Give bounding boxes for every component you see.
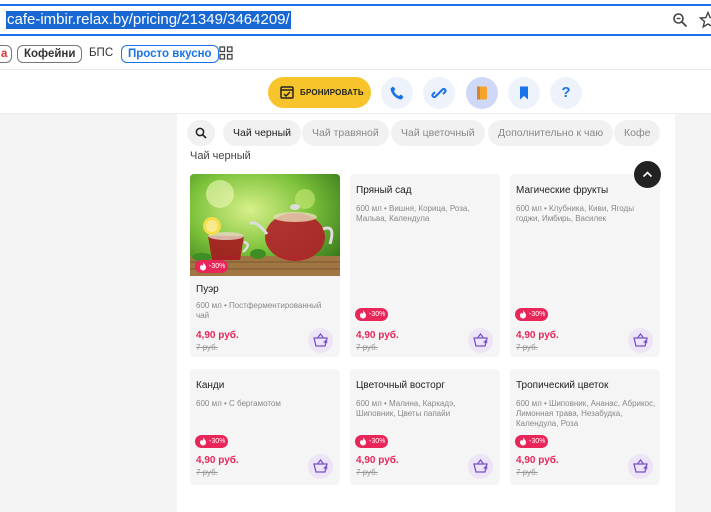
cart-plus-icon — [473, 459, 488, 473]
product-price: 4,90 руб. — [516, 330, 559, 341]
cart-plus-icon — [313, 459, 328, 473]
cart-plus-icon — [633, 459, 648, 473]
book-button-label: БРОНИРОВАТЬ — [300, 88, 364, 97]
product-card[interactable]: Пряный сад 600 мл • Вишня, Корица, Роза,… — [350, 174, 500, 357]
product-price: 4,90 руб. — [516, 455, 559, 466]
product-description: 600 мл • Малина, Каркадэ, Шиповник, Цвет… — [356, 399, 456, 418]
book-icon — [477, 86, 487, 100]
product-old-price: 7 руб. — [516, 343, 538, 352]
product-price: 4,90 руб. — [196, 455, 239, 466]
fire-icon — [360, 437, 366, 446]
search-icon — [195, 127, 207, 139]
bookmark-coffee[interactable]: Кофейни — [17, 45, 83, 63]
bookmarks-bar: a Кофейни БПС Просто вкусно — [0, 38, 711, 70]
product-old-price: 7 руб. — [516, 468, 538, 477]
product-card[interactable]: Цветочный восторг 600 мл • Малина, Карка… — [350, 369, 500, 485]
tab-black-tea[interactable]: Чай черный — [223, 120, 301, 146]
zoom-icon[interactable] — [672, 12, 688, 28]
product-old-price: 7 руб. — [356, 468, 378, 477]
product-old-price: 7 руб. — [196, 343, 218, 352]
add-to-cart-button[interactable] — [308, 454, 333, 479]
discount-text: -30% — [529, 311, 546, 318]
grid-icon[interactable] — [219, 46, 233, 60]
product-description: 600 мл • Клубника, Киви, Ягоды годжи, Им… — [516, 204, 634, 223]
product-description: 600 мл • Постферментированный чай — [196, 301, 322, 320]
page: БРОНИРОВАТЬ ? Чай черный Чай травяной Ча… — [0, 71, 711, 512]
tab-herbal-tea[interactable]: Чай травяной — [302, 120, 389, 146]
product-price: 4,90 руб. — [196, 330, 239, 341]
cart-plus-icon — [313, 333, 328, 347]
product-description: 600 мл • Шиповник, Ананас, Абрикос, Лимо… — [516, 399, 656, 428]
discount-badge: -30% — [195, 435, 228, 448]
discount-badge: -30% — [355, 308, 388, 321]
bookmark-tasty[interactable]: Просто вкусно — [121, 45, 219, 63]
add-to-cart-button[interactable] — [468, 454, 493, 479]
product-card[interactable]: -30% Пуэр 600 мл • Постферментированный … — [190, 174, 340, 357]
chevron-up-icon — [642, 171, 653, 178]
tab-coffee[interactable]: Кофе — [614, 120, 661, 146]
product-price: 4,90 руб. — [356, 455, 399, 466]
fire-icon — [360, 310, 366, 319]
product-old-price: 7 руб. — [196, 468, 218, 477]
product-description: 600 мл • С бергамотом — [196, 399, 281, 408]
book-button[interactable]: БРОНИРОВАТЬ — [268, 77, 371, 108]
product-old-price: 7 руб. — [356, 343, 378, 352]
add-to-cart-button[interactable] — [628, 454, 653, 479]
fire-icon — [200, 437, 206, 446]
category-tabs: Чай черный Чай травяной Чай цветочный До… — [187, 120, 675, 146]
add-to-cart-button[interactable] — [468, 328, 493, 353]
bookmark-icon — [520, 86, 528, 100]
add-to-cart-button[interactable] — [308, 328, 333, 353]
calendar-check-icon — [280, 86, 294, 99]
address-bar[interactable]: cafe-imbir.relax.by/pricing/21349/346420… — [0, 4, 711, 36]
tab-extras[interactable]: Дополнительно к чаю — [488, 120, 614, 146]
bookmark-bps[interactable]: БПС — [83, 45, 119, 63]
fire-icon — [520, 310, 526, 319]
discount-badge: -30% — [195, 260, 228, 273]
phone-icon — [390, 86, 404, 100]
discount-badge: -30% — [515, 435, 548, 448]
bookmark-a[interactable]: a — [0, 45, 13, 63]
cart-plus-icon — [633, 333, 648, 347]
feedback-button[interactable] — [466, 77, 498, 109]
product-price: 4,90 руб. — [356, 330, 399, 341]
product-name: Цветочный восторг — [356, 380, 445, 391]
product-name: Магические фрукты — [516, 185, 609, 196]
product-name: Канди — [196, 380, 225, 391]
url-text[interactable]: cafe-imbir.relax.by/pricing/21349/346420… — [6, 11, 291, 29]
help-button[interactable]: ? — [550, 77, 582, 109]
fire-icon — [520, 437, 526, 446]
menu-content: Чай черный Чай травяной Чай цветочный До… — [177, 114, 675, 512]
discount-text: -30% — [529, 438, 546, 445]
discount-text: -30% — [209, 438, 226, 445]
discount-badge: -30% — [355, 435, 388, 448]
product-card[interactable]: Магические фрукты 600 мл • Клубника, Кив… — [510, 174, 660, 357]
fire-icon — [200, 262, 206, 271]
scroll-to-top-button[interactable] — [634, 161, 661, 188]
discount-badge: -30% — [515, 308, 548, 321]
link-button[interactable] — [423, 77, 455, 109]
search-button[interactable] — [187, 120, 215, 146]
cart-plus-icon — [473, 333, 488, 347]
add-to-cart-button[interactable] — [628, 328, 653, 353]
product-description: 600 мл • Вишня, Корица, Роза, Мальва, Ка… — [356, 204, 470, 223]
product-card[interactable]: Тропический цветок 600 мл • Шиповник, Ан… — [510, 369, 660, 485]
link-icon — [431, 87, 447, 99]
section-title: Чай черный — [190, 150, 251, 162]
product-name: Пряный сад — [356, 185, 412, 196]
discount-text: -30% — [369, 438, 386, 445]
star-icon[interactable] — [699, 11, 711, 29]
product-card[interactable]: Канди 600 мл • С бергамотом -30% 4,90 ру… — [190, 369, 340, 485]
action-bar: БРОНИРОВАТЬ ? — [0, 71, 711, 114]
product-name: Пуэр — [196, 284, 219, 295]
product-name: Тропический цветок — [516, 380, 609, 391]
help-icon: ? — [561, 84, 571, 101]
bookmark-button[interactable] — [508, 77, 540, 109]
phone-button[interactable] — [381, 77, 413, 109]
discount-text: -30% — [369, 311, 386, 318]
tab-flower-tea[interactable]: Чай цветочный — [391, 120, 485, 146]
discount-text: -30% — [209, 263, 226, 270]
